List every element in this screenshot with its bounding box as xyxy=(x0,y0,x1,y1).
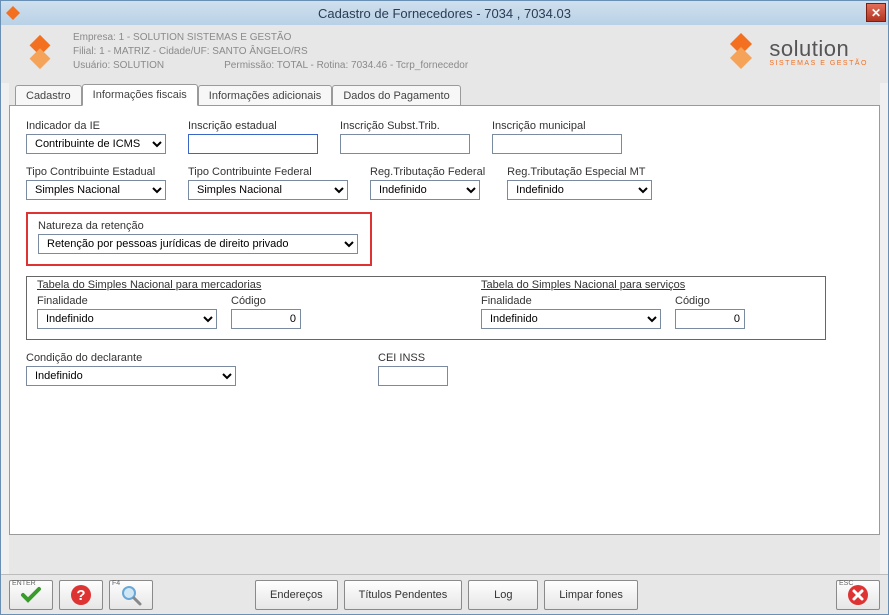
tab-cadastro[interactable]: Cadastro xyxy=(15,85,82,106)
enter-button[interactable]: ENTER xyxy=(9,580,53,610)
meta-permissao: Permissão: TOTAL - Rotina: 7034.46 - Tcr… xyxy=(224,59,468,73)
sn-merc-finalidade-label: Finalidade xyxy=(37,295,217,307)
reg-trib-federal-label: Reg.Tributação Federal xyxy=(370,166,485,178)
natureza-retencao-select[interactable]: Retenção por pessoas jurídicas de direit… xyxy=(38,234,358,254)
sn-serv-title: Tabela do Simples Nacional para serviços xyxy=(481,279,745,291)
brand-name: solution xyxy=(769,36,868,62)
tipo-contrib-federal-label: Tipo Contribuinte Federal xyxy=(188,166,348,178)
limpar-fones-label: Limpar fones xyxy=(559,589,623,601)
inscricao-subst-input[interactable] xyxy=(340,134,470,154)
sn-serv-codigo-input[interactable] xyxy=(675,309,745,329)
tipo-contrib-estadual-select[interactable]: Simples Nacional xyxy=(26,180,166,200)
tipo-contrib-estadual-label: Tipo Contribuinte Estadual xyxy=(26,166,166,178)
sn-merc-title: Tabela do Simples Nacional para mercador… xyxy=(37,279,301,291)
reg-trib-mt-select[interactable]: Indefinido xyxy=(507,180,652,200)
sn-merc-codigo-label: Código xyxy=(231,295,301,307)
enderecos-button[interactable]: Endereços xyxy=(255,580,338,610)
app-icon xyxy=(5,5,21,21)
tab-informacoes-adicionais[interactable]: Informações adicionais xyxy=(198,85,333,106)
brand-icon xyxy=(721,31,761,71)
sn-serv-finalidade-select[interactable]: Indefinido xyxy=(481,309,661,329)
indicador-ie-label: Indicador da IE xyxy=(26,120,166,132)
company-glyph xyxy=(21,33,59,71)
content-area: Cadastro Informações fiscais Informações… xyxy=(9,83,880,574)
reg-trib-federal-select[interactable]: Indefinido xyxy=(370,180,480,200)
meta-filial: Filial: 1 - MATRIZ - Cidade/UF: SANTO ÂN… xyxy=(73,45,468,59)
inscricao-municipal-label: Inscrição municipal xyxy=(492,120,622,132)
simples-nacional-box: Tabela do Simples Nacional para mercador… xyxy=(26,276,826,340)
inscricao-municipal-input[interactable] xyxy=(492,134,622,154)
f4-key-label: F4 xyxy=(112,580,120,587)
reg-trib-mt-label: Reg.Tributação Especial MT xyxy=(507,166,652,178)
log-label: Log xyxy=(494,589,512,601)
brand-block: solution SISTEMAS E GESTÃO xyxy=(721,31,868,71)
natureza-retencao-highlight: Natureza da retenção Retenção por pessoa… xyxy=(26,212,372,266)
condicao-declarante-select[interactable]: Indefinido xyxy=(26,366,236,386)
inscricao-subst-label: Inscrição Subst.Trib. xyxy=(340,120,470,132)
app-window: Cadastro de Fornecedores - 7034 , 7034.0… xyxy=(0,0,889,615)
log-button[interactable]: Log xyxy=(468,580,538,610)
limpar-fones-button[interactable]: Limpar fones xyxy=(544,580,638,610)
sn-merc-finalidade-select[interactable]: Indefinido xyxy=(37,309,217,329)
cei-inss-label: CEI INSS xyxy=(378,352,448,364)
enderecos-label: Endereços xyxy=(270,589,323,601)
titlebar: Cadastro de Fornecedores - 7034 , 7034.0… xyxy=(1,1,888,25)
sn-merc-codigo-input[interactable] xyxy=(231,309,301,329)
inscricao-estadual-label: Inscrição estadual xyxy=(188,120,318,132)
help-button[interactable]: ? xyxy=(59,580,103,610)
indicador-ie-select[interactable]: Contribuinte de ICMS xyxy=(26,134,166,154)
cei-inss-input[interactable] xyxy=(378,366,448,386)
titulos-pendentes-button[interactable]: Títulos Pendentes xyxy=(344,580,463,610)
sn-serv-codigo-label: Código xyxy=(675,295,745,307)
tipo-contrib-federal-select[interactable]: Simples Nacional xyxy=(188,180,348,200)
esc-button[interactable]: ESC xyxy=(836,580,880,610)
brand-tagline: SISTEMAS E GESTÃO xyxy=(769,60,868,67)
close-button[interactable]: ✕ xyxy=(866,3,886,22)
condicao-declarante-label: Condição do declarante xyxy=(26,352,236,364)
meta-empresa: Empresa: 1 - SOLUTION SISTEMAS E GESTÃO xyxy=(73,31,468,45)
natureza-retencao-label: Natureza da retenção xyxy=(38,220,360,232)
titulos-pendentes-label: Títulos Pendentes xyxy=(359,589,448,601)
footer-bar: ENTER ? F4 Endereços Títulos Pendentes L… xyxy=(1,574,888,614)
tab-dados-pagamento[interactable]: Dados do Pagamento xyxy=(332,85,460,106)
help-icon: ? xyxy=(69,583,93,607)
tab-panel: Indicador da IE Contribuinte de ICMS Ins… xyxy=(9,105,880,535)
window-title: Cadastro de Fornecedores - 7034 , 7034.0… xyxy=(318,6,571,21)
inscricao-estadual-input[interactable] xyxy=(188,134,318,154)
enter-key-label: ENTER xyxy=(12,580,36,587)
header-bar: Empresa: 1 - SOLUTION SISTEMAS E GESTÃO … xyxy=(1,25,888,83)
close-icon: ✕ xyxy=(871,6,881,20)
tabstrip: Cadastro Informações fiscais Informações… xyxy=(15,83,880,105)
esc-key-label: ESC xyxy=(839,580,853,587)
svg-text:?: ? xyxy=(76,587,85,604)
tab-informacoes-fiscais[interactable]: Informações fiscais xyxy=(82,84,198,106)
sn-serv-finalidade-label: Finalidade xyxy=(481,295,661,307)
meta-usuario: Usuário: SOLUTION xyxy=(73,59,164,73)
search-button[interactable]: F4 xyxy=(109,580,153,610)
magnifier-icon xyxy=(119,583,143,607)
header-meta: Empresa: 1 - SOLUTION SISTEMAS E GESTÃO … xyxy=(73,31,468,73)
